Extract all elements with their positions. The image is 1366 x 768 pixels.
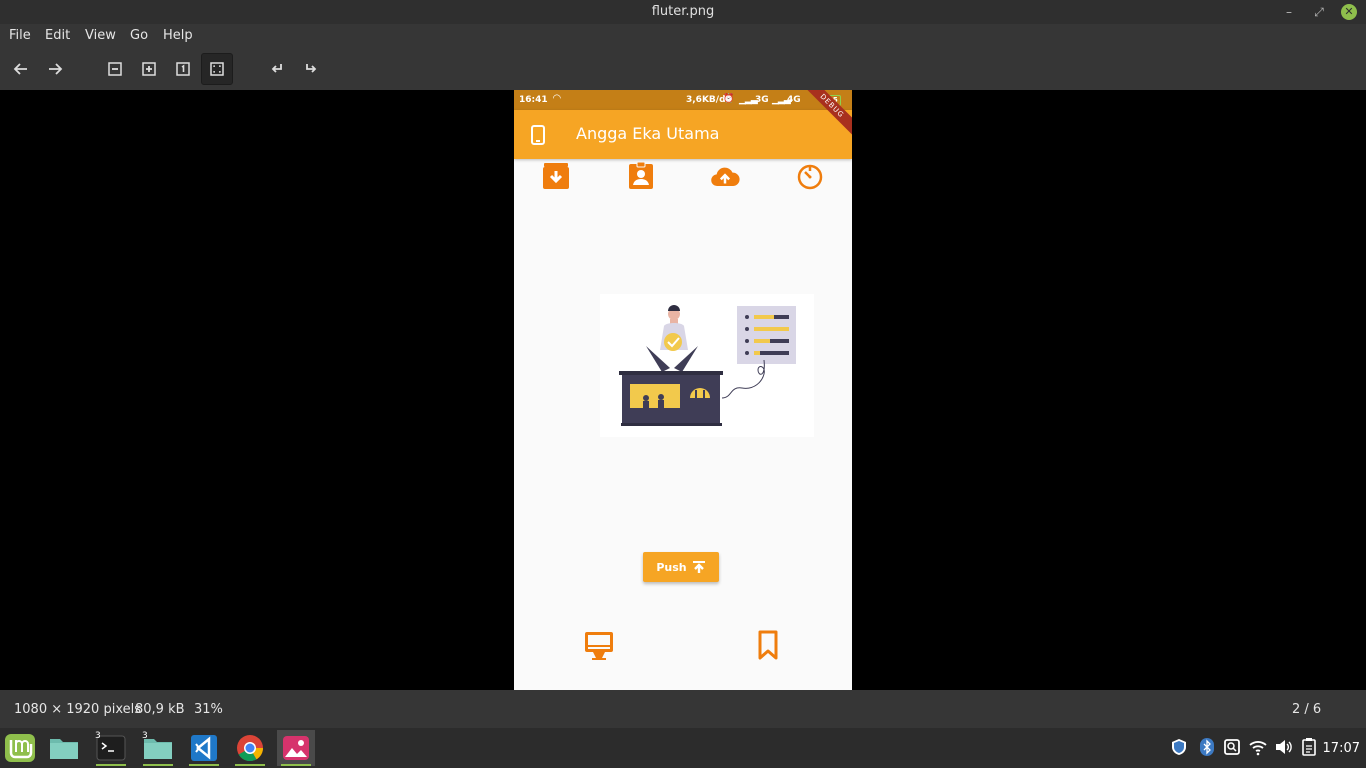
bluetooth-icon[interactable] — [1198, 738, 1216, 756]
close-icon[interactable]: ✕ — [1341, 4, 1357, 20]
zoom-in-button[interactable] — [133, 53, 165, 85]
taskbar: 3 3 17:07 — [0, 728, 1366, 768]
election-illustration — [619, 305, 796, 426]
alarm-icon: ⏰ — [723, 94, 735, 104]
phone-status-bar: 16:41 ◠ 3,6KB/d ⏰ ▁▂▃ 3G ▁▂▃ 4G 25 — [514, 90, 852, 110]
back-icon — [13, 63, 27, 75]
push-button[interactable]: Push — [643, 552, 719, 582]
zoom-fit-icon — [210, 62, 224, 76]
menu-edit[interactable]: Edit — [45, 28, 70, 43]
chrome-button[interactable] — [231, 730, 269, 766]
mint-menu-icon — [5, 734, 35, 762]
contact-badge-icon[interactable] — [626, 162, 656, 190]
image-dimensions: 1080 × 1920 pixels — [14, 702, 141, 717]
rotate-right-icon — [306, 64, 317, 73]
network-type-1: 3G — [755, 95, 769, 105]
zoom-level: 31% — [194, 702, 223, 717]
zoom-fit-button[interactable] — [201, 53, 233, 85]
minimize-icon[interactable]: – — [1281, 4, 1297, 20]
zoom-in-icon — [142, 62, 156, 76]
phone-screenshot: 16:41 ◠ 3,6KB/d ⏰ ▁▂▃ 3G ▁▂▃ 4G 25 Angga… — [514, 90, 852, 690]
file-size: 80,9 kB — [135, 702, 185, 717]
upload-arrow-icon — [692, 561, 705, 573]
wifi-icon[interactable] — [1249, 738, 1267, 756]
bookmark-icon[interactable] — [757, 630, 779, 661]
rotate-left-button[interactable] — [261, 53, 293, 85]
page-counter: 2 / 6 — [1292, 702, 1322, 717]
maximize-icon[interactable]: ⤢ — [1311, 4, 1327, 20]
toolbar — [0, 48, 1366, 90]
vscode-button[interactable] — [185, 730, 223, 766]
illustration — [600, 294, 814, 437]
archive-download-icon[interactable] — [541, 162, 571, 190]
app-title: Angga Eka Utama — [576, 124, 720, 143]
files-icon — [50, 739, 78, 759]
update-manager-icon[interactable] — [1223, 738, 1241, 756]
clock[interactable]: 17:07 — [1323, 741, 1360, 756]
volume-icon[interactable] — [1274, 738, 1292, 756]
app-bar: Angga Eka Utama — [514, 110, 852, 159]
menu-file[interactable]: File — [9, 28, 31, 43]
phone-icon — [531, 125, 545, 145]
forward-button[interactable] — [39, 53, 71, 85]
mint-menu-button[interactable] — [1, 730, 39, 766]
status-bar: 1080 × 1920 pixels 80,9 kB 31% 2 / 6 — [0, 690, 1366, 728]
phone-time: 16:41 — [519, 95, 548, 105]
vscode-icon — [191, 735, 217, 761]
files-button[interactable]: 3 — [139, 730, 177, 766]
battery-clipboard-icon[interactable] — [1300, 738, 1318, 756]
menu-go[interactable]: Go — [130, 28, 148, 43]
zoom-out-button[interactable] — [99, 53, 131, 85]
menu-help[interactable]: Help — [163, 28, 193, 43]
window-title: fluter.png — [651, 4, 715, 19]
zoom-out-icon — [108, 62, 122, 76]
zoom-normal-icon — [176, 62, 190, 76]
cloud-upload-icon[interactable] — [710, 162, 740, 190]
zoom-normal-button[interactable] — [167, 53, 199, 85]
forward-icon — [49, 63, 63, 75]
back-button[interactable] — [5, 53, 37, 85]
terminal-button[interactable]: 3 — [92, 730, 130, 766]
files-button[interactable] — [45, 730, 83, 766]
image-viewer-icon — [283, 736, 309, 760]
image-viewer-button[interactable] — [277, 730, 315, 766]
wifi-icon: ◠ — [553, 93, 561, 104]
window-count-badge: 3 — [95, 731, 101, 741]
shield-icon[interactable] — [1170, 738, 1188, 756]
network-type-2: 4G — [787, 95, 801, 105]
chrome-icon — [237, 735, 264, 762]
desktop-monitor-icon[interactable] — [584, 630, 614, 663]
timer-icon[interactable] — [795, 162, 825, 190]
window-titlebar: fluter.png – ⤢ ✕ — [0, 0, 1366, 24]
menu-bar: File Edit View Go Help — [0, 24, 1366, 48]
net-speed: 3,6KB/d — [686, 95, 726, 105]
push-button-label: Push — [656, 560, 687, 574]
menu-view[interactable]: View — [85, 28, 116, 43]
window-count-badge: 3 — [142, 731, 148, 741]
image-canvas[interactable]: 16:41 ◠ 3,6KB/d ⏰ ▁▂▃ 3G ▁▂▃ 4G 25 Angga… — [0, 90, 1366, 690]
rotate-right-button[interactable] — [295, 53, 327, 85]
rotate-left-icon — [271, 64, 282, 73]
